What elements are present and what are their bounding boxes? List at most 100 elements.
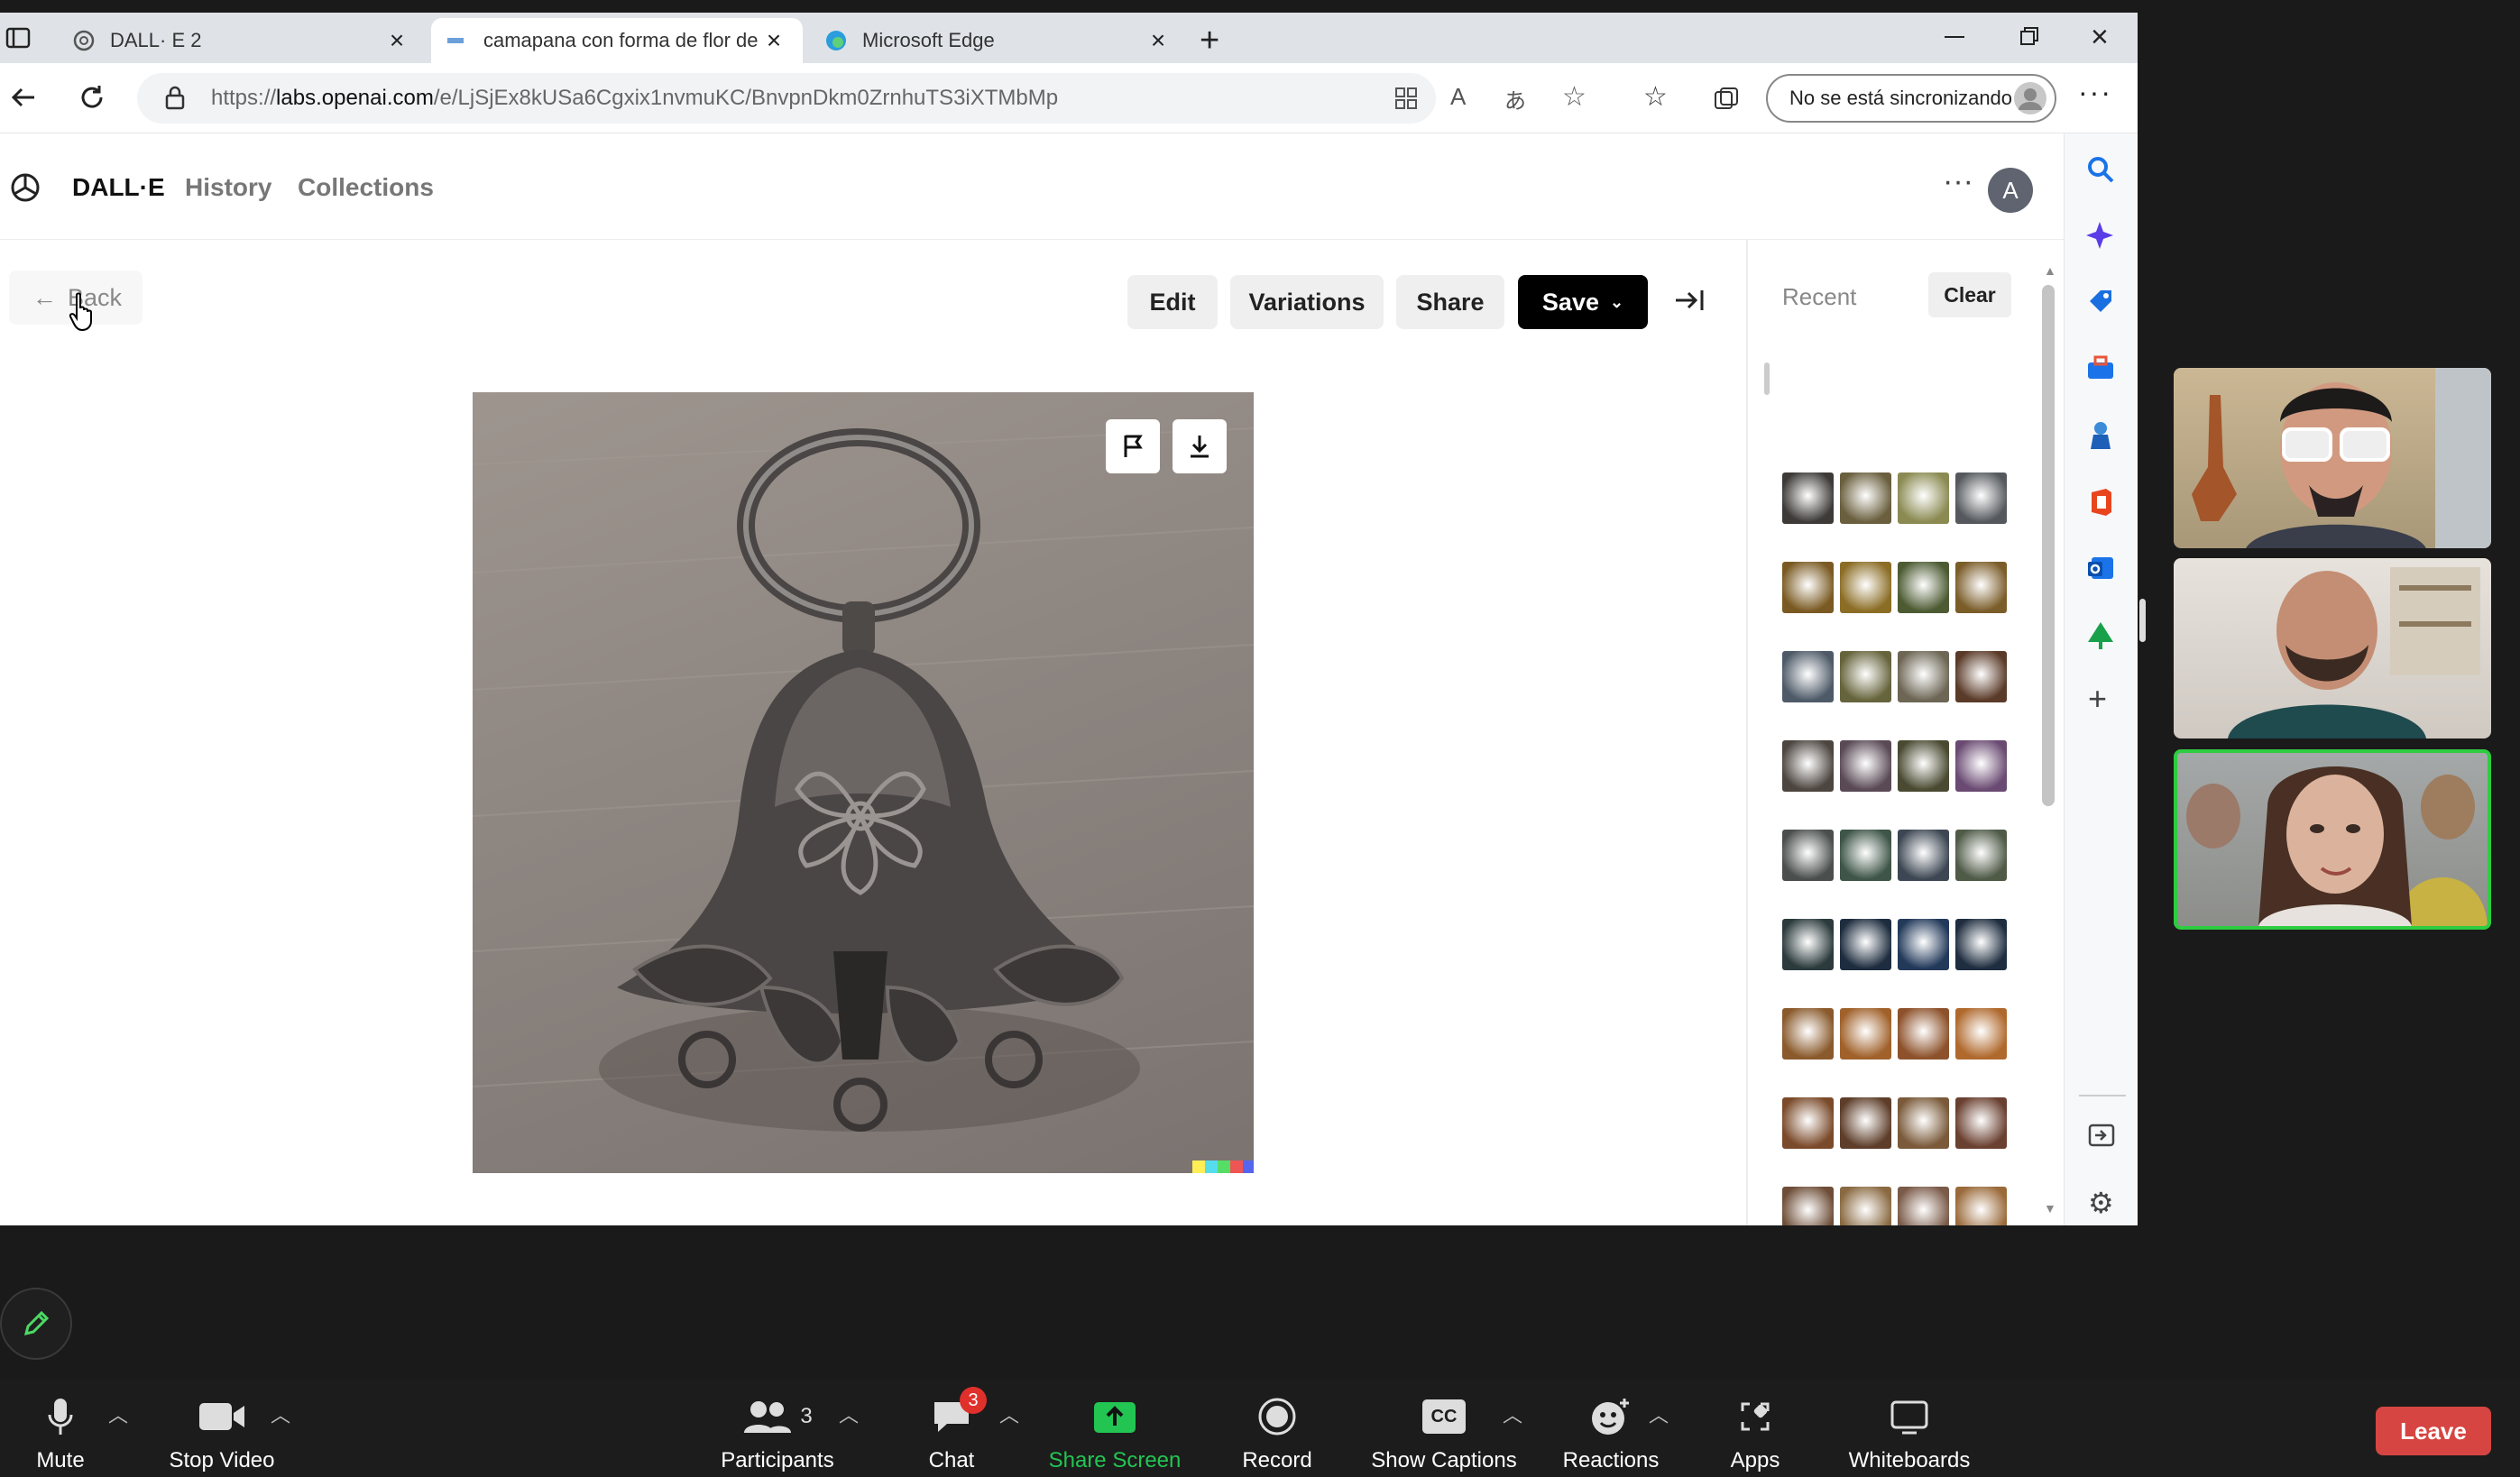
participant-video-2[interactable] [2174, 558, 2491, 738]
recent-thumbnail[interactable] [1898, 1008, 1949, 1060]
report-flag-icon[interactable] [1106, 419, 1160, 473]
refresh-icon[interactable] [78, 83, 106, 112]
tab-close-icon[interactable]: × [761, 26, 786, 55]
video-panel-resize-handle[interactable] [2139, 599, 2146, 642]
participant-video-1[interactable] [2174, 368, 2491, 548]
translate-icon[interactable]: あ [1504, 83, 1526, 115]
recent-thumbnail[interactable] [1898, 472, 1949, 524]
chat-button[interactable]: 3 Chat [911, 1387, 992, 1473]
add-sidebar-app-icon[interactable]: + [2088, 680, 2107, 718]
recent-thumbnail[interactable] [1840, 1097, 1891, 1149]
recent-thumbnail[interactable] [1782, 919, 1834, 970]
shopping-tag-icon[interactable] [2086, 287, 2115, 316]
recent-thumbnail[interactable] [1955, 919, 2007, 970]
read-aloud-icon[interactable]: A [1450, 83, 1466, 111]
recent-thumbnail[interactable] [1840, 651, 1891, 702]
reactions-options-chevron-icon[interactable]: ︿ [1649, 1399, 1669, 1428]
recent-thumbnail[interactable] [1782, 740, 1834, 792]
edit-button[interactable]: Edit [1127, 275, 1218, 329]
nav-collections[interactable]: Collections [298, 173, 434, 202]
office-icon[interactable] [2086, 487, 2115, 518]
recent-thumbnail[interactable] [1955, 740, 2007, 792]
drop-tree-icon[interactable] [2086, 620, 2115, 651]
recent-thumbnail[interactable] [1898, 651, 1949, 702]
recent-thumbnail[interactable] [1782, 1097, 1834, 1149]
share-screen-button[interactable]: Share Screen [1043, 1396, 1187, 1473]
sidebar-settings-icon[interactable]: ⚙ [2088, 1188, 2114, 1217]
recent-thumbnail[interactable] [1782, 830, 1834, 881]
scroll-up-icon[interactable]: ▲ [2044, 263, 2056, 278]
restore-icon[interactable] [2019, 25, 2040, 47]
minimize-icon[interactable] [1945, 36, 1964, 38]
recent-thumbnail[interactable] [1898, 1187, 1949, 1225]
app-available-icon[interactable] [1394, 87, 1418, 110]
download-icon[interactable] [1173, 419, 1227, 473]
video-options-chevron-icon[interactable]: ︿ [271, 1399, 290, 1428]
tab-close-icon[interactable]: × [384, 26, 409, 55]
recent-thumbnail[interactable] [1955, 651, 2007, 702]
recent-thumbnail[interactable] [1782, 562, 1834, 613]
generated-image[interactable] [473, 392, 1254, 1173]
leave-button[interactable]: Leave [2376, 1407, 2491, 1455]
outlook-icon[interactable] [2086, 554, 2115, 583]
new-tab-icon[interactable]: + [1200, 22, 1219, 60]
recent-thumbnail[interactable] [1782, 1187, 1834, 1225]
annotate-pencil-button[interactable] [0, 1288, 72, 1360]
recent-thumbnail[interactable] [1898, 562, 1949, 613]
recent-thumbnail[interactable] [1955, 1008, 2007, 1060]
search-icon[interactable] [2086, 155, 2115, 184]
audio-options-chevron-icon[interactable]: ︿ [108, 1399, 128, 1428]
copilot-sparkle-icon[interactable] [2084, 220, 2115, 251]
recent-thumbnail[interactable] [1840, 740, 1891, 792]
recent-thumbnail[interactable] [1782, 472, 1834, 524]
recent-thumbnail[interactable] [1840, 562, 1891, 613]
user-avatar[interactable]: A [1988, 168, 2033, 213]
more-options-icon[interactable]: ··· [1943, 164, 1973, 199]
nav-history[interactable]: History [185, 173, 271, 202]
recent-thumbnail[interactable] [1782, 651, 1834, 702]
tab-close-icon[interactable]: × [1145, 26, 1171, 55]
variations-button[interactable]: Variations [1230, 275, 1384, 329]
participants-button[interactable]: 3 Participants [709, 1396, 846, 1473]
record-button[interactable]: Record [1232, 1396, 1322, 1473]
collections-icon[interactable] [1714, 87, 1739, 110]
openai-logo-icon[interactable] [9, 171, 41, 204]
favorites-icon[interactable]: ☆ [1643, 81, 1668, 113]
participant-video-3-active-speaker[interactable] [2174, 749, 2491, 930]
recent-thumbnail[interactable] [1955, 1097, 2007, 1149]
back-arrow-icon[interactable] [9, 83, 38, 112]
recent-thumbnail[interactable] [1840, 1008, 1891, 1060]
hide-sidebar-icon[interactable] [2088, 1124, 2115, 1147]
games-chess-icon[interactable] [2086, 420, 2115, 451]
captions-options-chevron-icon[interactable]: ︿ [1503, 1399, 1522, 1428]
close-window-icon[interactable]: × [2091, 20, 2109, 55]
settings-more-icon[interactable]: ··· [2078, 76, 2112, 109]
scroll-down-icon[interactable]: ▼ [2044, 1201, 2056, 1216]
recent-thumbnail[interactable] [1955, 1187, 2007, 1225]
whiteboards-button[interactable]: Whiteboards [1842, 1396, 1977, 1473]
share-button[interactable]: Share [1396, 275, 1504, 329]
dalle-brand[interactable]: DALL·E [72, 173, 165, 202]
tab-actions-icon[interactable] [5, 25, 31, 50]
recent-thumbnail[interactable] [1898, 1097, 1949, 1149]
chat-options-chevron-icon[interactable]: ︿ [999, 1399, 1019, 1428]
recent-thumbnail[interactable] [1898, 830, 1949, 881]
recent-scrollbar-thumb[interactable] [2042, 285, 2055, 806]
recent-thumbnail[interactable] [1955, 472, 2007, 524]
collapse-panel-icon[interactable] [1674, 287, 1705, 314]
tab-camapana[interactable]: camapana con forma de flor de l × [431, 18, 803, 63]
recent-thumbnail[interactable] [1955, 562, 2007, 613]
recent-thumbnail[interactable] [1840, 919, 1891, 970]
tab-dalle-2[interactable]: DALL· E 2 × [56, 18, 426, 63]
add-favorite-icon[interactable]: ☆ [1562, 81, 1586, 113]
recent-thumbnail[interactable] [1955, 830, 2007, 881]
sync-status-button[interactable]: No se está sincronizando [1766, 74, 2056, 123]
apps-button[interactable]: Apps [1719, 1396, 1791, 1473]
url-input[interactable]: https://labs.openai.com/e/LjSjEx8kUSa6Cg… [137, 73, 1436, 124]
mute-button[interactable]: Mute [20, 1396, 101, 1473]
recent-thumbnail[interactable] [1840, 472, 1891, 524]
save-button[interactable]: Save ⌄ [1518, 275, 1648, 329]
participants-options-chevron-icon[interactable]: ︿ [839, 1399, 859, 1428]
recent-thumbnail[interactable] [1840, 1187, 1891, 1225]
tools-briefcase-icon[interactable] [2086, 355, 2115, 381]
